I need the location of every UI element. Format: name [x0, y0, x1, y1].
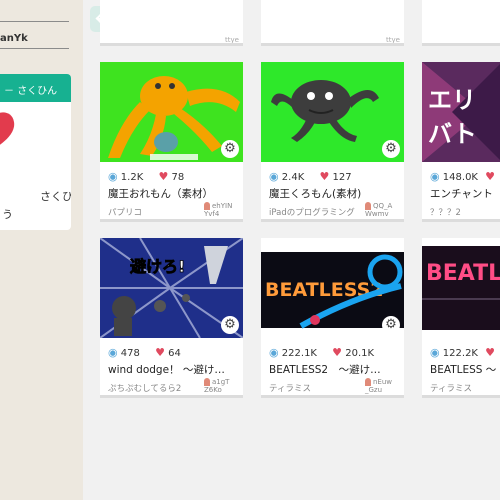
thumb-text: BEATL [426, 261, 500, 286]
view-count: 1.2K [120, 172, 144, 183]
view-count: 478 [120, 348, 140, 359]
gear-icon[interactable]: ⚙ [221, 140, 239, 158]
heart-icon: ♥ [155, 346, 165, 359]
avatar [365, 378, 371, 386]
like-count: 78 [171, 172, 185, 183]
card-shadow [422, 219, 500, 222]
card-uid: nEuw _Gzu [365, 378, 404, 394]
eye-icon: ◉ [108, 170, 118, 183]
card-uid: QQ_A Wwmv [365, 202, 404, 218]
view-count: 222.1K [281, 348, 317, 359]
project-card[interactable]: BEATLESS2 ⚙ ◉ 222.1K ♥ 20.1K BEATLESS2 ～… [261, 238, 404, 398]
heart-icon [0, 112, 15, 145]
card-stats: ◉ 2.4K ♥ 127 [269, 170, 352, 183]
card-author[interactable]: ティラミス [430, 382, 500, 394]
view-count: 122.2K [442, 348, 478, 359]
card-title[interactable]: 魔王くろもん(素材) [269, 186, 399, 201]
sidebar-card[interactable]: － さくひん さくひん う [0, 74, 71, 230]
heart-icon: ♥ [332, 346, 343, 359]
card-thumbnail[interactable]: ⚙ [100, 62, 243, 162]
gear-icon[interactable]: ⚙ [382, 140, 400, 158]
project-card[interactable]: ⚙ ◉ 2.4K ♥ 127 魔王くろもん(素材) iPadのプログラミング Q… [261, 62, 404, 222]
card-title[interactable]: 魔王おれもん（素材） [108, 186, 238, 201]
card-stats: ◉ 478 ♥ 64 [108, 346, 181, 359]
card-stats: ◉ 222.1K ♥ 20.1K [269, 346, 374, 359]
view-count: 148.0K [442, 172, 478, 183]
project-card[interactable]: ⚙ ◉ 1.2K ♥ 78 魔王おれもん（素材） パプリコ ehYIN Yvf4 [100, 62, 243, 222]
dash-icon: － [4, 86, 14, 97]
card-author[interactable]: パプリコ [108, 206, 200, 218]
sidebar-card-text: さくひん [40, 190, 71, 203]
card-thumbnail[interactable]: 避けろ! ⚙ [100, 238, 243, 338]
sidebar-card-text: う [2, 208, 13, 221]
card-shadow [100, 395, 243, 398]
gear-icon[interactable]: ⚙ [221, 316, 239, 334]
sidebar: anYk － さくひん さくひん う [0, 0, 83, 500]
card-shadow [261, 395, 404, 398]
card-uid: a1gT Z6Ko [204, 378, 243, 394]
thumb-text: 避けろ! [130, 257, 185, 276]
sidebar-card-header: － さくひん [0, 74, 71, 102]
eye-icon: ◉ [430, 346, 440, 359]
like-count: 127 [332, 172, 352, 183]
sidebar-card-title: さくひん [17, 86, 58, 97]
card-stats: ◉ 122.2K ♥ [430, 346, 495, 359]
card-author[interactable]: ティラミス [269, 382, 361, 394]
divider [0, 21, 69, 22]
project-card[interactable]: BEATL ◉ 122.2K ♥ BEATLESS ～ ティラミス [422, 238, 500, 398]
card-title[interactable]: BEATLESS ～ [430, 362, 500, 377]
card-shadow [261, 43, 404, 46]
eye-icon: ◉ [269, 170, 279, 183]
card-stats: ◉ 148.0K ♥ [430, 170, 495, 183]
username[interactable]: anYk [0, 33, 28, 44]
eye-icon: ◉ [108, 346, 118, 359]
svg-text:バト: バト [428, 120, 477, 148]
project-card[interactable]: エリ バト ◉ 148.0K ♥ エンチャント ？？？2 [422, 62, 500, 222]
card-title[interactable]: BEATLESS2 ～避け… [269, 362, 399, 377]
thumbnail-image: エリ バト [422, 62, 500, 162]
heart-icon: ♥ [158, 170, 169, 183]
divider [0, 48, 69, 49]
eye-icon: ◉ [269, 346, 279, 359]
heart-icon: ♥ [485, 170, 496, 183]
card-stats: ◉ 1.2K ♥ 78 [108, 170, 184, 183]
card-shadow [100, 219, 243, 222]
card-uid: ehYIN Yvf4 [204, 202, 243, 218]
like-count: 64 [168, 348, 181, 359]
card-author[interactable]: iPadのプログラミング [269, 206, 361, 218]
thumbnail-image: BEATL [422, 238, 500, 338]
eye-icon: ◉ [430, 170, 440, 183]
card-thumbnail[interactable]: BEATL [422, 238, 500, 338]
card-author[interactable]: ぷちぷむしてるら2 [108, 382, 200, 394]
card-title[interactable]: wind dodge！ ～避け… [108, 362, 238, 377]
card-shadow [261, 219, 404, 222]
card-shadow [100, 43, 243, 46]
card-thumbnail[interactable]: BEATLESS2 ⚙ [261, 238, 404, 338]
card-partial[interactable] [422, 0, 500, 46]
project-card[interactable]: 避けろ! ⚙ ◉ 478 ♥ 64 wind dodge！ ～避け… ぷちぷむし… [100, 238, 243, 398]
card-author[interactable]: ？？？2 [430, 206, 500, 218]
card-thumbnail[interactable]: ⚙ [261, 62, 404, 162]
avatar [204, 202, 210, 210]
like-count: 20.1K [345, 348, 375, 359]
svg-text:エリ: エリ [428, 86, 476, 114]
card-partial[interactable]: ttye [261, 0, 404, 46]
heart-icon: ♥ [319, 170, 330, 183]
card-shadow [422, 43, 500, 46]
card-thumbnail[interactable]: エリ バト [422, 62, 500, 162]
card-shadow [422, 395, 500, 398]
avatar [204, 378, 210, 386]
card-title[interactable]: エンチャント [430, 186, 500, 201]
card-partial[interactable]: ttye [100, 0, 243, 46]
view-count: 2.4K [281, 172, 305, 183]
heart-icon: ♥ [485, 346, 496, 359]
avatar [365, 202, 371, 210]
gear-icon[interactable]: ⚙ [382, 316, 400, 334]
